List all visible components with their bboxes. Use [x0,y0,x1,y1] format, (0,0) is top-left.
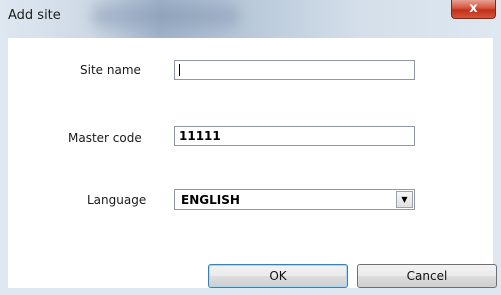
site-name-input[interactable] [174,60,415,80]
language-selected-value: ENGLISH [181,193,240,207]
add-site-dialog: Add site x Site name Master code 11111 L… [0,0,501,295]
language-label: Language [87,193,147,207]
window-frame-bottom [0,288,501,295]
close-icon: x [469,1,478,16]
language-select[interactable]: ENGLISH ▼ [174,189,415,210]
window-frame-left [0,38,8,295]
site-name-label: Site name [80,63,141,77]
master-code-label: Master code [68,131,142,145]
chevron-down-icon[interactable]: ▼ [396,191,413,208]
cancel-button[interactable]: Cancel [357,264,497,288]
text-caret [179,64,180,76]
master-code-input[interactable]: 11111 [174,126,415,146]
ok-button[interactable]: OK [208,264,348,288]
title-bar-glow [90,4,240,28]
window-title: Add site [8,8,61,23]
title-bar[interactable]: Add site x [0,0,501,38]
close-button[interactable]: x [451,0,496,19]
window-frame-right [493,38,501,295]
